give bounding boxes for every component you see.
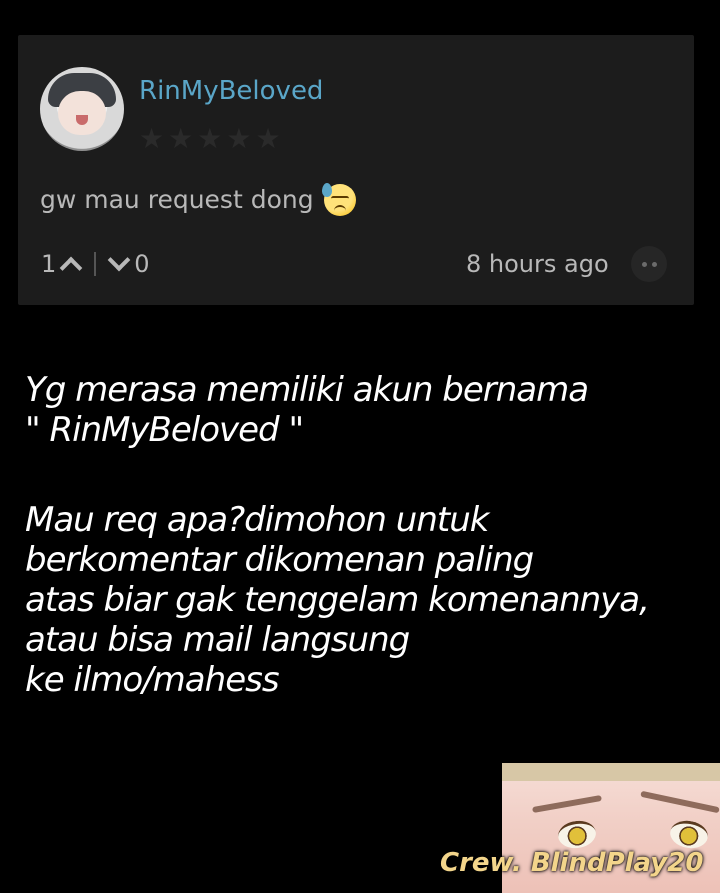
avatar-face — [58, 91, 106, 135]
notice-line: berkomentar dikomenan paling — [25, 540, 534, 580]
star-icon: ★ — [139, 122, 165, 155]
vote-divider — [94, 252, 97, 276]
manga-eyebrow — [532, 794, 602, 814]
upvote-icon[interactable] — [56, 252, 86, 276]
crew-watermark: Crew. BlindPlay20 — [440, 848, 704, 878]
rating-stars: ★ ★ ★ ★ ★ — [139, 124, 281, 154]
notice-line: Mau req apa?dimohon untuk — [25, 500, 489, 540]
notice-line: atas biar gak tenggelam komenannya, — [25, 580, 650, 620]
sad-sweat-emoji-icon — [321, 183, 356, 216]
more-dot-icon — [651, 261, 657, 267]
comment-timestamp: 8 hours ago — [466, 250, 609, 278]
star-icon: ★ — [226, 122, 252, 155]
more-options-button[interactable] — [631, 246, 667, 282]
notice-text: Yg merasa memiliki akun bernama " RinMyB… — [25, 370, 715, 700]
comment-body: gw mau request dong — [40, 182, 356, 218]
star-icon: ★ — [168, 122, 194, 155]
notice-line: Yg merasa memiliki akun bernama — [25, 370, 589, 410]
manga-hair — [502, 763, 720, 781]
user-avatar[interactable] — [40, 67, 124, 151]
more-dot-icon — [641, 261, 647, 267]
notice-line: " RinMyBeloved " — [25, 410, 304, 450]
notice-line: atau bisa mail langsung — [25, 620, 410, 660]
vote-controls: 1 0 — [41, 246, 150, 282]
comment-username[interactable]: RinMyBeloved — [139, 74, 323, 108]
notice-spacer — [25, 450, 715, 500]
upvote-count: 1 — [41, 250, 57, 278]
star-icon: ★ — [197, 122, 223, 155]
notice-line: ke ilmo/mahess — [25, 660, 280, 700]
comment-text: gw mau request dong — [40, 185, 314, 214]
star-icon: ★ — [255, 122, 281, 155]
downvote-icon[interactable] — [104, 252, 134, 276]
manga-eyebrow — [640, 790, 720, 814]
downvote-count: 0 — [134, 250, 150, 278]
